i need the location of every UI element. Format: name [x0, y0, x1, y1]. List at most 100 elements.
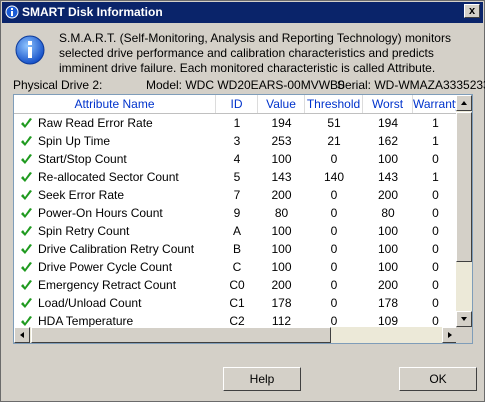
value-cell: 0 — [330, 242, 338, 256]
checkmark-icon — [21, 280, 32, 290]
value-cell: 143 — [271, 170, 292, 184]
value-cell: 100 — [271, 260, 292, 274]
information-icon — [15, 35, 45, 65]
horizontal-scroll-thumb[interactable] — [31, 327, 331, 343]
checkmark-icon — [21, 208, 32, 218]
value-cell: 100 — [377, 224, 399, 238]
help-button[interactable]: Help — [223, 367, 301, 391]
value-cell: 3 — [233, 134, 241, 148]
value-cell: 178 — [377, 296, 399, 310]
attributes-table[interactable]: Attribute Name ID Value Threshold Worst Warra… — [13, 94, 473, 344]
value-cell: 200 — [377, 188, 399, 202]
arrow-right-icon — [448, 332, 452, 338]
attribute-name-cell: Drive Calibration Retry Count — [38, 242, 195, 256]
attribute-name-cell: Spin Up Time — [38, 134, 111, 148]
value-cell: C — [232, 260, 242, 274]
value-cell: 1 — [432, 134, 439, 148]
checkmark-icon — [21, 118, 32, 128]
table-header: Attribute Name ID Value Threshold Worst Warra… — [14, 95, 458, 114]
value-cell: 100 — [377, 260, 399, 274]
table-row[interactable]: Drive Calibration Retry Count B 100 0 100 0 — [14, 240, 458, 258]
checkmark-icon — [21, 226, 32, 236]
value-cell: 0 — [330, 206, 338, 220]
value-cell: 100 — [271, 224, 292, 238]
scroll-corner — [456, 327, 472, 343]
table-row[interactable]: Drive Power Cycle Count C 100 0 100 0 — [14, 258, 458, 276]
attribute-name-cell: Raw Read Error Rate — [38, 116, 153, 130]
value-cell: 0 — [432, 242, 439, 256]
arrow-left-icon — [20, 332, 24, 338]
value-cell: 0 — [432, 206, 439, 220]
value-cell: 0 — [330, 188, 338, 202]
column-header[interactable]: Threshold — [305, 95, 363, 113]
table-row[interactable]: Power-On Hours Count 9 80 0 80 0 — [14, 204, 458, 222]
column-header[interactable]: Warranty — [413, 95, 458, 113]
value-cell: 80 — [381, 206, 395, 220]
table-row[interactable]: Spin Up Time 3 253 21 162 1 — [14, 132, 458, 150]
column-header[interactable]: Value — [258, 95, 305, 113]
scroll-left-button[interactable] — [14, 327, 30, 343]
smart-description: S.M.A.R.T. (Self-Monitoring, Analysis an… — [59, 31, 451, 75]
value-cell: 7 — [233, 188, 241, 202]
attribute-name-cell: Emergency Retract Count — [38, 278, 177, 292]
value-cell: 100 — [271, 242, 292, 256]
value-cell: 21 — [327, 134, 341, 148]
close-button[interactable]: x — [464, 4, 480, 18]
attribute-name-cell: Seek Error Rate — [38, 188, 125, 202]
checkmark-icon — [21, 190, 32, 200]
value-cell: 0 — [432, 296, 439, 310]
column-header[interactable]: Worst — [363, 95, 413, 113]
value-cell: 4 — [233, 152, 241, 166]
value-cell: 1 — [233, 116, 241, 130]
value-cell: 1 — [432, 170, 439, 184]
value-cell: 100 — [377, 152, 399, 166]
value-cell: 0 — [432, 260, 439, 274]
value-cell: 194 — [377, 116, 399, 130]
table-row[interactable]: Start/Stop Count 4 100 0 100 0 — [14, 150, 458, 168]
value-cell: 100 — [377, 242, 399, 256]
value-cell: B — [232, 242, 241, 256]
arrow-down-icon — [461, 317, 467, 321]
table-row[interactable]: Spin Retry Count A 100 0 100 0 — [14, 222, 458, 240]
table-row[interactable]: Load/Unload Count C1 178 0 178 0 — [14, 294, 458, 312]
value-cell: A — [232, 224, 241, 238]
value-cell: 0 — [432, 188, 439, 202]
scroll-down-button[interactable] — [456, 311, 472, 327]
table-row[interactable]: Seek Error Rate 7 200 0 200 0 — [14, 186, 458, 204]
checkmark-icon — [21, 298, 32, 308]
ok-button[interactable]: OK — [399, 367, 477, 391]
column-header[interactable]: Attribute Name — [14, 95, 216, 113]
attribute-name-cell: Start/Stop Count — [38, 152, 127, 166]
table-row[interactable]: Re-allocated Sector Count 5 143 140 143 1 — [14, 168, 458, 186]
smart-dialog-window: SMART Disk Information x S.M.A.R.T. (Sel… — [0, 0, 485, 402]
drive-model: Model: WDC WD20EARS-00MVWB0 — [146, 78, 345, 92]
vertical-scroll-thumb[interactable] — [456, 112, 472, 262]
value-cell: 0 — [330, 152, 338, 166]
table-row[interactable]: Raw Read Error Rate 1 194 51 194 1 — [14, 114, 458, 132]
value-cell: 100 — [271, 152, 292, 166]
value-cell: 200 — [271, 278, 292, 292]
value-cell: 9 — [233, 206, 241, 220]
value-cell: 0 — [330, 296, 338, 310]
drive-serial: Serial: WD-WMAZA3335233 — [337, 78, 485, 92]
vertical-scrollbar[interactable] — [456, 95, 472, 327]
disk-info-icon — [5, 5, 19, 19]
value-cell: 253 — [271, 134, 292, 148]
value-cell: 0 — [432, 224, 439, 238]
column-header[interactable]: ID — [216, 95, 258, 113]
value-cell: 200 — [271, 188, 292, 202]
horizontal-scrollbar[interactable] — [14, 327, 458, 343]
scroll-up-button[interactable] — [456, 95, 472, 111]
checkmark-icon — [21, 172, 32, 182]
attribute-name-cell: Load/Unload Count — [38, 296, 142, 310]
window-title: SMART Disk Information — [22, 5, 163, 19]
checkmark-icon — [21, 244, 32, 254]
arrow-up-icon — [461, 101, 467, 105]
value-cell: C0 — [229, 278, 245, 292]
value-cell: 200 — [377, 278, 399, 292]
value-cell: 0 — [432, 152, 439, 166]
value-cell: 0 — [330, 260, 338, 274]
value-cell: 178 — [271, 296, 292, 310]
close-icon: x — [468, 5, 476, 17]
table-row[interactable]: Emergency Retract Count C0 200 0 200 0 — [14, 276, 458, 294]
